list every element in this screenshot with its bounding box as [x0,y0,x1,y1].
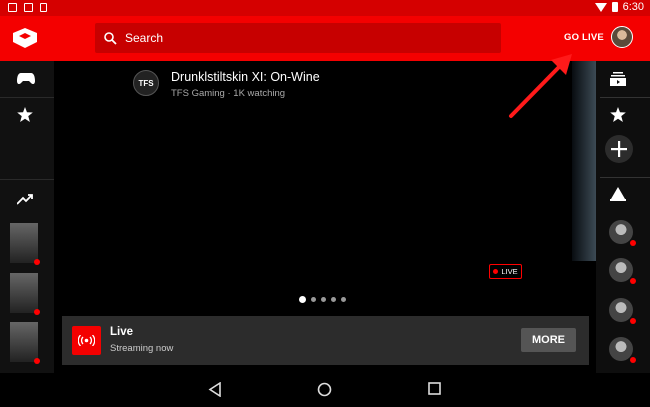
search-bar[interactable]: Search [95,23,501,53]
live-dot-icon [493,269,499,274]
status-time: 6:30 [622,1,644,13]
stream-title: Drunklstiltskin XI: On-Wine [171,70,320,84]
trending-icon[interactable] [17,194,34,205]
status-bar: 6:30 [0,0,650,16]
featured-stream-info[interactable]: TFS Drunklstiltskin XI: On-Wine TFS Gami… [133,70,320,99]
channel-thumbnail[interactable] [10,322,40,364]
search-placeholder: Search [125,31,164,45]
add-icon [611,141,627,157]
search-icon [104,31,117,45]
live-indicator-dot [34,309,40,315]
live-indicator-dot [34,259,40,265]
home-icon[interactable] [317,382,332,397]
right-rail [596,61,650,373]
recent-apps-icon[interactable] [428,382,441,395]
channel-thumbnail[interactable] [10,273,40,315]
carousel-dot[interactable] [341,297,346,302]
phone-notification-icon [40,3,47,12]
account-avatar[interactable] [611,26,633,48]
live-indicator-dot [630,240,636,246]
favorites-star-icon[interactable] [17,107,33,122]
system-navigation-bar [0,373,650,407]
live-streaming-icon [72,326,101,355]
carousel-dot[interactable] [321,297,326,302]
star-icon[interactable] [610,107,626,122]
carousel-dot[interactable] [299,296,306,303]
channel-logo[interactable]: TFS [133,70,159,96]
live-card-title: Live [110,326,134,338]
gaming-cone-icon[interactable] [610,187,626,201]
carousel-dot[interactable] [331,297,336,302]
live-badge: LIVE [489,264,522,279]
live-indicator-dot [630,278,636,284]
more-button[interactable]: MORE [521,328,576,352]
app-bar: Search GO LIVE [0,16,650,61]
go-live-button[interactable]: GO LIVE [564,32,604,43]
channel-thumbnail[interactable] [10,223,40,265]
stream-subtitle: TFS Gaming · 1K watching [171,88,286,99]
back-icon[interactable] [208,382,222,397]
carousel-pagination [299,296,346,303]
channel-avatar[interactable] [609,220,636,246]
subscriptions-icon[interactable] [610,72,626,86]
channel-avatar[interactable] [609,337,636,363]
image-notification-icon [8,3,17,12]
add-channel-button[interactable] [605,135,633,163]
wifi-icon [594,2,607,12]
channel-avatar[interactable] [609,258,636,284]
gamepad-icon[interactable] [17,72,35,86]
gmail-notification-icon [24,3,33,12]
youtube-gaming-logo-icon[interactable] [13,28,37,48]
live-card-subtitle: Streaming now [110,343,174,354]
carousel-dot[interactable] [311,297,316,302]
left-rail [0,61,54,373]
live-indicator-dot [34,358,40,364]
battery-icon [611,2,618,12]
live-badge-label: LIVE [501,267,518,276]
live-indicator-dot [630,357,636,363]
channel-avatar[interactable] [609,298,636,324]
background-artwork [572,61,596,261]
live-indicator-dot [630,318,636,324]
live-card[interactable]: Live Streaming now MORE [62,316,589,365]
